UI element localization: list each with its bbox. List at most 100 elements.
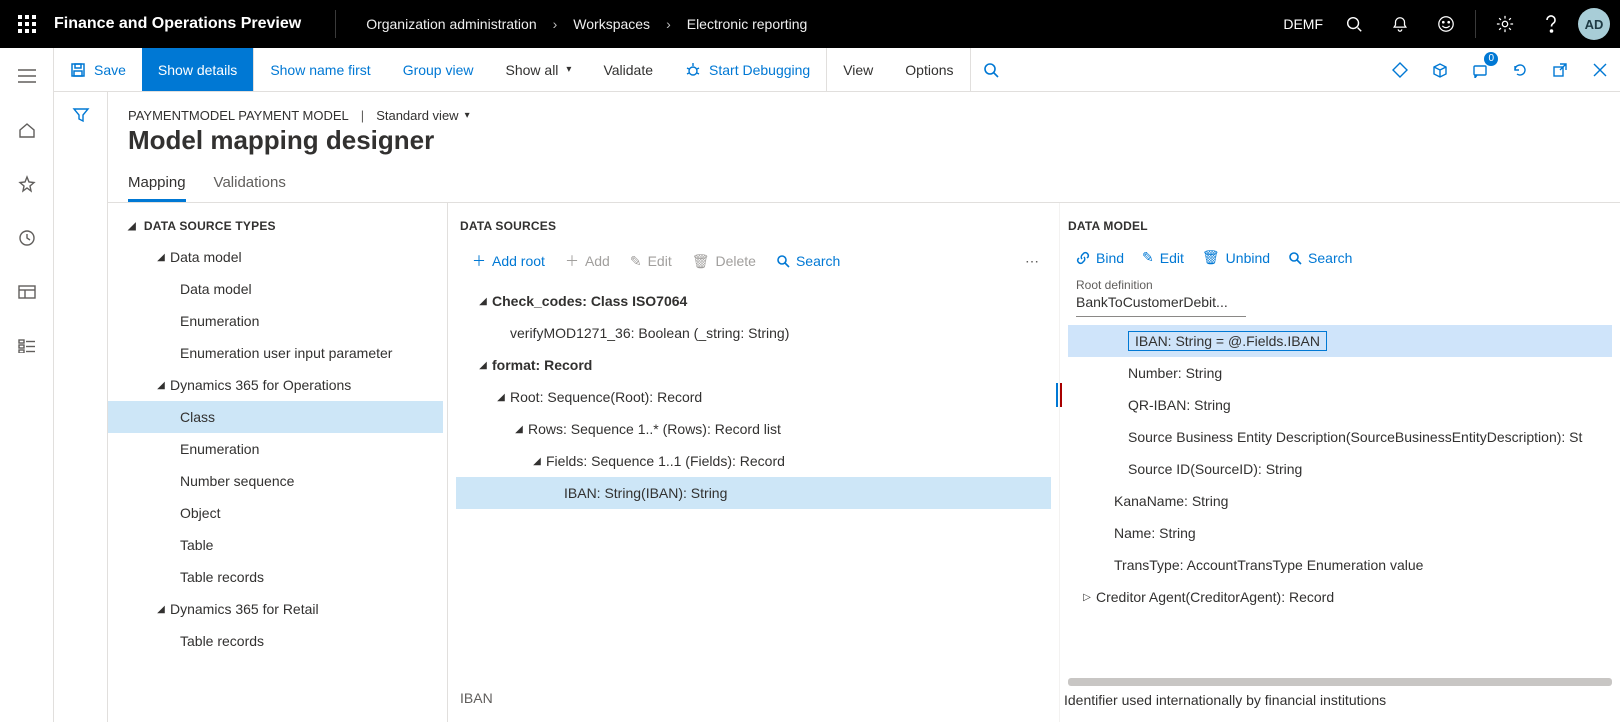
plus-icon: ＋ bbox=[472, 251, 486, 271]
search-icon bbox=[776, 254, 790, 268]
breadcrumb-item[interactable]: Workspaces bbox=[573, 16, 650, 32]
filter-column bbox=[54, 92, 108, 722]
tree-item-object[interactable]: Object bbox=[108, 497, 443, 529]
star-icon[interactable] bbox=[7, 164, 47, 204]
modules-icon[interactable] bbox=[7, 326, 47, 366]
start-debugging-button[interactable]: Start Debugging bbox=[669, 48, 826, 91]
company-label[interactable]: DEMF bbox=[1283, 16, 1323, 32]
clock-icon[interactable] bbox=[7, 218, 47, 258]
tree-item-data-model[interactable]: Data model bbox=[108, 273, 443, 305]
label: Table records bbox=[180, 633, 264, 649]
breadcrumb-item[interactable]: Electronic reporting bbox=[687, 16, 808, 32]
add-root-button[interactable]: ＋Add root bbox=[464, 247, 553, 275]
bind-button[interactable]: Bind bbox=[1076, 250, 1124, 266]
tree-item-table-records[interactable]: Table records bbox=[108, 561, 443, 593]
edit-binding-button[interactable]: ✎Edit bbox=[1142, 249, 1184, 266]
dm-row-creditor-agent[interactable]: ▷Creditor Agent(CreditorAgent): Record bbox=[1068, 581, 1612, 613]
horizontal-scrollbar[interactable] bbox=[1068, 678, 1612, 686]
ds-row-fields[interactable]: ◢Fields: Sequence 1..1 (Fields): Record bbox=[456, 445, 1051, 477]
tree-item-table[interactable]: Table bbox=[108, 529, 443, 561]
workspace-icon[interactable] bbox=[7, 272, 47, 312]
breadcrumb-item[interactable]: Organization administration bbox=[366, 16, 536, 32]
tab-mapping[interactable]: Mapping bbox=[128, 174, 186, 202]
bell-icon[interactable] bbox=[1377, 0, 1423, 48]
dm-row-qr-iban[interactable]: QR-IBAN: String bbox=[1068, 389, 1612, 421]
left-rail bbox=[0, 48, 54, 722]
popout-icon[interactable] bbox=[1540, 48, 1580, 91]
unbind-button[interactable]: 🗑Unbind bbox=[1202, 249, 1270, 266]
label: Enumeration bbox=[180, 313, 259, 329]
more-icon[interactable]: ⋯ bbox=[1017, 249, 1047, 274]
ds-row-format[interactable]: ◢format: Record bbox=[456, 349, 1051, 381]
search-icon[interactable] bbox=[971, 48, 1011, 91]
root-definition: Root definition BankToCustomerDebit... bbox=[1060, 274, 1620, 319]
options-menu[interactable]: Options bbox=[889, 48, 969, 91]
refresh-icon[interactable] bbox=[1500, 48, 1540, 91]
dm-row-source-id[interactable]: Source ID(SourceID): String bbox=[1068, 453, 1612, 485]
tree-item-enum-user-input[interactable]: Enumeration user input parameter bbox=[108, 337, 443, 369]
label: Creditor Agent(CreditorAgent): Record bbox=[1096, 589, 1334, 605]
tree-item-table-records2[interactable]: Table records bbox=[108, 625, 443, 657]
tree-item-enumeration[interactable]: Enumeration bbox=[108, 305, 443, 337]
ds-row-verify[interactable]: verifyMOD1271_36: Boolean (_string: Stri… bbox=[456, 317, 1051, 349]
label: Edit bbox=[1160, 250, 1184, 266]
label: Number: String bbox=[1128, 365, 1222, 381]
package-icon[interactable] bbox=[1420, 48, 1460, 91]
smile-icon[interactable] bbox=[1423, 0, 1469, 48]
trash-icon: 🗑 bbox=[1202, 249, 1220, 266]
data-model-header: DATA MODEL bbox=[1060, 203, 1620, 241]
label: Add bbox=[585, 253, 610, 269]
ds-row-iban[interactable]: IBAN: String(IBAN): String bbox=[456, 477, 1051, 509]
search-button[interactable]: Search bbox=[1288, 250, 1352, 266]
show-name-first-button[interactable]: Show name first bbox=[254, 48, 386, 91]
tree-group-d365fo[interactable]: ◢Dynamics 365 for Operations bbox=[108, 369, 443, 401]
search-button[interactable]: Search bbox=[768, 249, 848, 273]
dm-row-iban[interactable]: IBAN: String = @.Fields.IBAN bbox=[1068, 325, 1612, 357]
separator bbox=[335, 10, 336, 38]
dm-row-number[interactable]: Number: String bbox=[1068, 357, 1612, 389]
dm-row-name[interactable]: Name: String bbox=[1068, 517, 1612, 549]
view-selector[interactable]: Standard view ▾ bbox=[376, 108, 469, 123]
dm-row-source-bed[interactable]: Source Business Entity Description(Sourc… bbox=[1068, 421, 1612, 453]
label: format: Record bbox=[492, 357, 592, 373]
group-view-button[interactable]: Group view bbox=[387, 48, 490, 91]
caret-down-icon: ◢ bbox=[152, 604, 170, 615]
tab-validations[interactable]: Validations bbox=[214, 174, 286, 202]
tree-item-enumeration2[interactable]: Enumeration bbox=[108, 433, 443, 465]
tree-item-class[interactable]: Class bbox=[108, 401, 443, 433]
avatar[interactable]: AD bbox=[1578, 8, 1610, 40]
topbar-right: DEMF AD bbox=[1283, 0, 1620, 48]
home-icon[interactable] bbox=[7, 110, 47, 150]
messages-icon[interactable]: 0 bbox=[1460, 48, 1500, 91]
root-definition-input[interactable]: BankToCustomerDebit... bbox=[1076, 292, 1246, 317]
diamond-icon[interactable] bbox=[1380, 48, 1420, 91]
dm-row-trans-type[interactable]: TransType: AccountTransType Enumeration … bbox=[1068, 549, 1612, 581]
label: Name: String bbox=[1114, 525, 1196, 541]
funnel-icon[interactable] bbox=[72, 106, 90, 722]
tree-group-d365retail[interactable]: ◢Dynamics 365 for Retail bbox=[108, 593, 443, 625]
help-icon[interactable] bbox=[1528, 0, 1574, 48]
label: Number sequence bbox=[180, 473, 294, 489]
save-button[interactable]: Save bbox=[54, 48, 142, 91]
dm-row-kananame[interactable]: KanaName: String bbox=[1068, 485, 1612, 517]
label: Enumeration user input parameter bbox=[180, 345, 392, 361]
tree-group-data-model[interactable]: ◢Data model bbox=[108, 241, 443, 273]
ds-row-rows[interactable]: ◢Rows: Sequence 1..* (Rows): Record list bbox=[456, 413, 1051, 445]
tree-item-number-sequence[interactable]: Number sequence bbox=[108, 465, 443, 497]
gear-icon[interactable] bbox=[1482, 0, 1528, 48]
view-menu[interactable]: View bbox=[827, 48, 889, 91]
ds-row-check-codes[interactable]: ◢Check_codes: Class ISO7064 bbox=[456, 285, 1051, 317]
ds-row-root[interactable]: ◢Root: Sequence(Root): Record bbox=[456, 381, 1051, 413]
show-details-button[interactable]: Show details bbox=[142, 48, 253, 91]
data-source-types-header[interactable]: ◢ DATA SOURCE TYPES bbox=[108, 203, 447, 241]
show-all-dropdown[interactable]: Show all▾ bbox=[490, 48, 588, 91]
command-bar: Save Show details Show name first Group … bbox=[54, 48, 1620, 92]
waffle-icon[interactable] bbox=[0, 15, 54, 33]
tabs: Mapping Validations bbox=[108, 156, 1620, 203]
search-icon[interactable] bbox=[1331, 0, 1377, 48]
resizer-handle[interactable] bbox=[1056, 383, 1062, 407]
caret-down-icon: ◢ bbox=[474, 296, 492, 307]
validate-button[interactable]: Validate bbox=[587, 48, 669, 91]
close-icon[interactable] bbox=[1580, 48, 1620, 91]
hamburger-icon[interactable] bbox=[7, 56, 47, 96]
